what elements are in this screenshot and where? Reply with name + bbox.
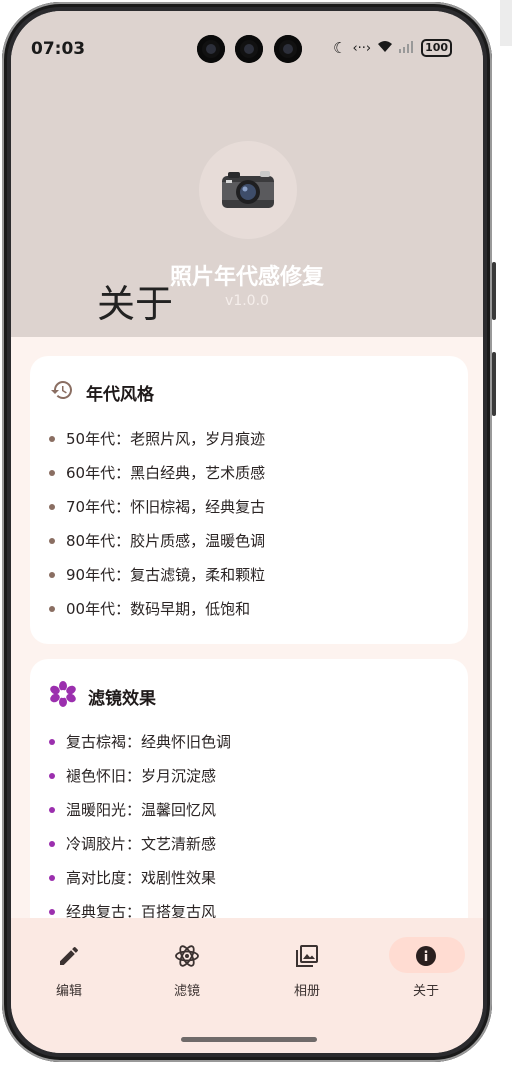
list-item: 90年代：复古滤镜，柔和颗粒 bbox=[49, 564, 265, 585]
nav-item-edit[interactable]: 编辑 bbox=[24, 918, 114, 1008]
app-name: 照片年代感修复 bbox=[169, 265, 324, 290]
list-item: 00年代：数码早期，低饱和 bbox=[49, 598, 250, 619]
filter-card-title: 滤镜效果 bbox=[88, 688, 156, 709]
status-bar: 07:03 ☾ ‹··› 100 bbox=[11, 11, 483, 91]
wifi-icon bbox=[377, 39, 393, 57]
front-camera-3 bbox=[274, 35, 302, 63]
phone-frame: 照片年代感修复 v1.0.0 关于 07:03 ☾ ‹··› 100 年代风格 … bbox=[2, 2, 492, 1062]
flower-icon bbox=[50, 681, 76, 711]
bullet bbox=[49, 772, 55, 779]
side-edge-strip bbox=[500, 0, 512, 46]
bullet bbox=[49, 571, 55, 578]
list-item-text: 70年代：怀旧棕褐，经典复古 bbox=[66, 498, 266, 516]
bullet bbox=[49, 874, 55, 881]
info-icon bbox=[381, 936, 471, 976]
bullet bbox=[49, 537, 55, 544]
bullet bbox=[49, 503, 55, 510]
bullet bbox=[49, 605, 55, 612]
front-camera-2 bbox=[235, 35, 263, 63]
era-card-title: 年代风格 bbox=[86, 384, 154, 405]
list-item-text: 60年代：黑白经典，艺术质感 bbox=[66, 464, 266, 482]
page-title: 关于 bbox=[97, 282, 174, 326]
nav-label-edit: 编辑 bbox=[55, 984, 82, 999]
list-item-text: 80年代：胶片质感，温暖色调 bbox=[66, 532, 266, 550]
era-card-header: 年代风格 bbox=[50, 378, 154, 406]
bullet bbox=[49, 435, 55, 442]
list-item-text: 复古棕褐：经典怀旧色调 bbox=[66, 733, 232, 751]
filter-card-header: 滤镜效果 bbox=[50, 681, 156, 711]
home-indicator[interactable] bbox=[181, 1037, 317, 1042]
history-icon bbox=[50, 378, 74, 406]
list-item-text: 高对比度：戏剧性效果 bbox=[66, 869, 217, 887]
list-item: 50年代：老照片风，岁月痕迹 bbox=[49, 428, 265, 449]
nav-label-album: 相册 bbox=[293, 984, 320, 999]
nav-label-filter: 滤镜 bbox=[173, 984, 200, 999]
list-item-text: 褪色怀旧：岁月沉淀感 bbox=[66, 767, 217, 785]
nav-item-filter[interactable]: 滤镜 bbox=[142, 918, 232, 1008]
moon-icon: ☾ bbox=[333, 39, 347, 57]
camera-icon bbox=[199, 141, 297, 239]
nav-label-about: 关于 bbox=[412, 984, 439, 999]
list-item: 褪色怀旧：岁月沉淀感 bbox=[49, 765, 216, 786]
list-item-text: 冷调胶片：文艺清新感 bbox=[66, 835, 217, 853]
app-version: v1.0.0 bbox=[225, 293, 269, 309]
atom-icon bbox=[142, 936, 232, 976]
photo-library-icon bbox=[262, 936, 352, 976]
list-item-text: 温暖阳光：温馨回忆风 bbox=[66, 801, 217, 819]
power-button bbox=[492, 352, 496, 416]
list-item: 80年代：胶片质感，温暖色调 bbox=[49, 530, 265, 551]
volume-button bbox=[492, 262, 496, 320]
bullet bbox=[49, 840, 55, 847]
nav-item-about[interactable]: 关于 bbox=[381, 918, 471, 1008]
list-item: 70年代：怀旧棕褐，经典复古 bbox=[49, 496, 265, 517]
filter-effects-card: 滤镜效果 复古棕褐：经典怀旧色调 褪色怀旧：岁月沉淀感 温暖阳光：温馨回忆风 冷… bbox=[30, 659, 468, 959]
list-item: 高对比度：戏剧性效果 bbox=[49, 867, 216, 888]
bullet bbox=[49, 908, 55, 915]
status-time: 07:03 bbox=[31, 39, 86, 59]
nav-item-album[interactable]: 相册 bbox=[262, 918, 352, 1008]
bullet bbox=[49, 806, 55, 813]
screen: 照片年代感修复 v1.0.0 关于 07:03 ☾ ‹··› 100 年代风格 … bbox=[11, 11, 483, 1053]
list-item-text: 90年代：复古滤镜，柔和颗粒 bbox=[66, 566, 266, 584]
signal-icon bbox=[399, 39, 415, 57]
battery-icon: 100 bbox=[421, 39, 453, 57]
status-icons: ☾ ‹··› 100 bbox=[333, 39, 453, 57]
bullet bbox=[49, 738, 55, 745]
list-item: 60年代：黑白经典，艺术质感 bbox=[49, 462, 265, 483]
list-item: 冷调胶片：文艺清新感 bbox=[49, 833, 216, 854]
list-item: 复古棕褐：经典怀旧色调 bbox=[49, 731, 231, 752]
front-camera-1 bbox=[197, 35, 225, 63]
list-item-text: 50年代：老照片风，岁月痕迹 bbox=[66, 430, 266, 448]
app-logo bbox=[199, 141, 297, 239]
bullet bbox=[49, 469, 55, 476]
list-item: 温暖阳光：温馨回忆风 bbox=[49, 799, 216, 820]
era-styles-card: 年代风格 50年代：老照片风，岁月痕迹 60年代：黑白经典，艺术质感 70年代：… bbox=[30, 356, 468, 644]
bottom-nav: 编辑 滤镜 相册 关于 bbox=[11, 918, 483, 1053]
list-item-text: 00年代：数码早期，低饱和 bbox=[66, 600, 251, 618]
pencil-icon bbox=[24, 936, 114, 976]
data-transfer-icon: ‹··› bbox=[352, 40, 372, 56]
